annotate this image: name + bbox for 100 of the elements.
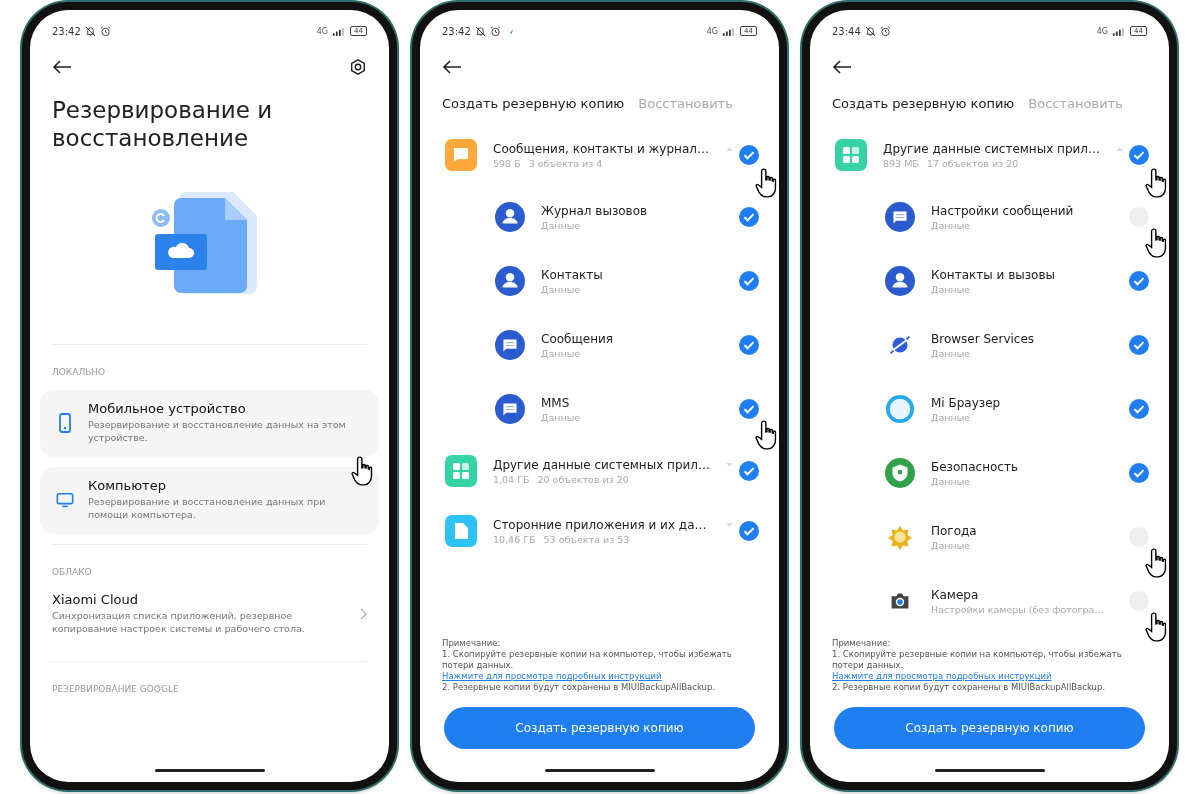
settings-item[interactable]: Xiaomi Cloud Синхронизация списка приложений, резервное копирование настроек системы и рабочего стола. — [30, 590, 389, 661]
checkbox[interactable] — [739, 461, 759, 481]
network-label: 4G — [706, 26, 719, 36]
note-text: 2. Резервные копии будут сохранены в MIUIBackupAllBackup. — [832, 682, 1107, 693]
person-icon — [885, 266, 915, 296]
alarm-icon — [99, 25, 111, 37]
backup-item-row[interactable]: Камера Настройки камеры (без фотогра… — [810, 569, 1169, 633]
backup-item-row[interactable]: Browser Services Данные — [810, 313, 1169, 377]
backup-item-row[interactable]: MMS Данные — [420, 377, 779, 441]
create-backup-button[interactable]: Создать резервную копию — [444, 707, 755, 749]
backup-item-row[interactable]: Настройки сообщений Данные — [810, 185, 1169, 249]
section-heading: ЛОКАЛЬНО — [51, 366, 107, 379]
checkbox[interactable] — [1129, 399, 1149, 419]
backup-item-row[interactable]: Контакты и вызовы Данные — [810, 249, 1169, 313]
note-text: 2. Резервные копии будут сохранены в MIUIBackupAllBackup. — [442, 682, 717, 693]
note-heading: Примечание: — [442, 638, 502, 649]
status-time: 23:42 — [442, 25, 471, 37]
option-card[interactable]: Компьютер Резервирование и восстановление данных при помощи компьютера. — [40, 467, 379, 534]
grid-app-icon — [445, 455, 477, 487]
group-size: 598 Б — [493, 157, 521, 169]
backup-group-row[interactable]: Другие данные системных прил… 1,04 ГБ 20 объектов из 20 — [420, 441, 779, 501]
chat-bubble-icon — [495, 394, 525, 424]
group-count: 53 объекта из 53 — [543, 533, 630, 545]
backup-item-row[interactable]: Контакты Данные — [420, 249, 779, 313]
item-title: Контакты — [541, 267, 604, 282]
instructions-link[interactable]: Нажмите для просмотра подробных инструкций — [442, 671, 662, 681]
option-description: Резервирование и восстановление данных при помощи компьютера. — [88, 496, 327, 521]
item-subtitle: Данные — [541, 219, 581, 231]
backup-item-row[interactable]: Журнал вызовов Данные — [420, 185, 779, 249]
file-app-icon — [445, 515, 477, 547]
muted-bell-icon — [84, 25, 96, 37]
instructions-link[interactable]: Нажмите для просмотра подробных инструкций — [832, 671, 1052, 681]
settings-icon[interactable] — [349, 58, 367, 76]
back-arrow-icon[interactable] — [832, 60, 852, 74]
item-subtitle: Данные — [931, 475, 971, 487]
note-text: 1. Скопируйте резервные копии на компьютер, чтобы избежать потери данных. — [832, 649, 1123, 671]
item-subtitle: Данные — [931, 539, 971, 551]
back-arrow-icon[interactable] — [442, 60, 462, 74]
chat-bubble-icon — [885, 202, 915, 232]
section-heading: РЕЗЕРВИРОВАНИЕ GOOGLE — [51, 683, 180, 696]
group-size: 10,46 ГБ — [493, 533, 536, 545]
group-count: 17 объектов из 20 — [926, 157, 1019, 169]
group-title: Сообщения, контакты и журнал… — [493, 141, 710, 156]
item-subtitle: Настройки камеры (без фотогра… — [931, 603, 1105, 615]
backup-item-row[interactable]: Безопасность Данные — [810, 441, 1169, 505]
checkbox[interactable] — [1129, 463, 1149, 483]
option-description: Синхронизация списка приложений, резервное копирование настроек системы и рабочего стола. — [52, 610, 306, 635]
checkbox[interactable] — [739, 335, 759, 355]
checkbox[interactable] — [1129, 335, 1149, 355]
checkbox[interactable] — [1129, 145, 1149, 165]
backup-item-row[interactable]: Погода Данные — [810, 505, 1169, 569]
item-title: MMS — [541, 395, 571, 410]
person-icon — [495, 202, 525, 232]
group-title: Другие данные системных прил… — [493, 457, 711, 472]
item-title: Камера — [931, 587, 980, 602]
alarm-icon — [489, 25, 501, 37]
chevron-right-icon — [360, 607, 367, 620]
checkbox[interactable] — [1129, 271, 1149, 291]
tab[interactable]: Создать резервную копию — [442, 96, 625, 111]
browser-icon — [885, 394, 915, 424]
create-backup-button[interactable]: Создать резервную копию — [834, 707, 1145, 749]
item-title: Журнал вызовов — [541, 203, 649, 218]
backup-group-row[interactable]: Другие данные системных прил… 893 МБ 17 объектов из 20 — [810, 125, 1169, 185]
note-heading: Примечание: — [832, 638, 892, 649]
grid-app-icon — [835, 139, 867, 171]
option-title: Компьютер — [88, 478, 167, 493]
alarm-icon — [879, 25, 891, 37]
backup-group-row[interactable]: Сообщения, контакты и журнал… 598 Б 3 объекта из 4 — [420, 125, 779, 185]
option-description: Резервирование и восстановление данных на этом устройстве. — [88, 419, 347, 444]
item-title: Безопасность — [931, 459, 1019, 474]
signal-icon — [722, 26, 737, 36]
item-title: Mi Браузер — [931, 395, 1002, 410]
page-title: Резервирование и восстановление — [51, 96, 274, 152]
group-count: 20 объектов из 20 — [537, 473, 629, 485]
backup-item-row[interactable]: Сообщения Данные — [420, 313, 779, 377]
group-size: 893 МБ — [883, 157, 919, 169]
note-text: 1. Скопируйте резервные копии на компьютер, чтобы избежать потери данных. — [442, 649, 733, 671]
backup-item-row[interactable]: Mi Браузер Данные — [810, 377, 1169, 441]
checkbox[interactable] — [739, 207, 759, 227]
muted-bell-icon — [864, 25, 876, 37]
item-subtitle: Данные — [931, 411, 971, 423]
item-subtitle: Данные — [541, 347, 581, 359]
back-arrow-icon[interactable] — [52, 60, 72, 74]
tab[interactable]: Создать резервную копию — [832, 96, 1015, 111]
item-title: Сообщения — [541, 331, 614, 346]
phone-icon — [56, 412, 74, 433]
checkbox[interactable] — [739, 399, 759, 419]
message-app-icon — [445, 139, 477, 171]
section-heading: ОБЛАКО — [51, 566, 93, 579]
checkbox[interactable] — [739, 271, 759, 291]
checkbox[interactable] — [739, 521, 759, 541]
chat-bubble-icon — [495, 330, 525, 360]
item-subtitle: Данные — [931, 347, 971, 359]
option-title: Xiaomi Cloud — [52, 592, 139, 607]
checkbox[interactable] — [739, 145, 759, 165]
group-title: Сторонние приложения и их да… — [493, 517, 708, 532]
person-icon — [495, 266, 525, 296]
backup-group-row[interactable]: Сторонние приложения и их да… 10,46 ГБ 53 объекта из 53 — [420, 501, 779, 561]
muted-bell-icon — [474, 25, 486, 37]
group-size: 1,04 ГБ — [493, 473, 530, 485]
